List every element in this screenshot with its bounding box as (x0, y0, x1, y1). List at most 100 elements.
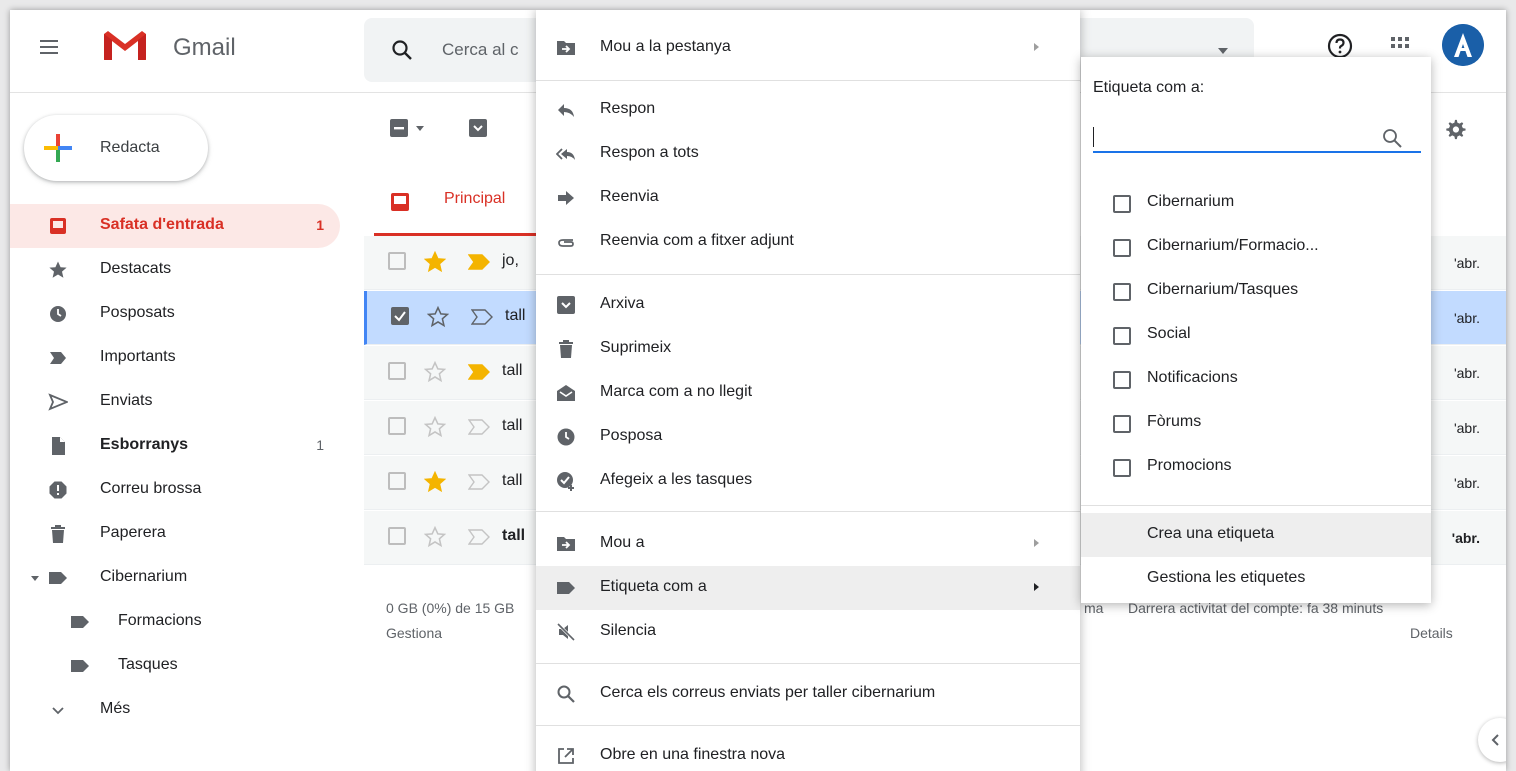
important-marker-icon[interactable] (468, 529, 490, 545)
label-option[interactable]: Cibernarium (1081, 181, 1431, 225)
sidebar-item-starred[interactable]: Destacats (10, 248, 340, 292)
label-option[interactable]: Cibernarium/Formacio... (1081, 225, 1431, 269)
context-menu: Mou a la pestanya Respon Respon a tots R… (536, 10, 1080, 771)
menu-item-archive[interactable]: Arxiva (536, 283, 1080, 327)
star-icon[interactable] (427, 306, 449, 328)
menu-item-delete[interactable]: Suprimeix (536, 327, 1080, 371)
sidebar-item-cibernarium[interactable]: Cibernarium (10, 556, 340, 600)
gear-icon[interactable] (1444, 118, 1466, 140)
row-checkbox[interactable] (388, 417, 406, 435)
sidebar-item-trash[interactable]: Paperera (10, 512, 340, 556)
important-icon (50, 352, 66, 364)
label-checkbox[interactable] (1113, 327, 1131, 345)
label-option[interactable]: Promocions (1081, 445, 1431, 489)
star-icon[interactable] (424, 361, 446, 383)
side-panel-toggle[interactable] (1478, 718, 1506, 762)
label-checkbox[interactable] (1113, 415, 1131, 433)
sidebar-item-spam[interactable]: Correu brossa (10, 468, 340, 512)
label-checkbox[interactable] (1113, 283, 1131, 301)
label-option[interactable]: Notificacions (1081, 357, 1431, 401)
help-icon[interactable] (1326, 32, 1354, 60)
important-marker-icon[interactable] (468, 254, 490, 270)
label-checkbox[interactable] (1113, 459, 1131, 477)
avatar[interactable] (1442, 24, 1484, 66)
search-icon[interactable] (1381, 127, 1403, 149)
search-options-icon[interactable] (1218, 48, 1228, 54)
menu-item-forward-attachment[interactable]: Reenvia com a fitxer adjunt (536, 220, 1080, 264)
collapse-arrow-icon[interactable] (30, 575, 40, 583)
search-input[interactable]: Cerca al c (442, 40, 519, 60)
row-checkbox[interactable] (388, 362, 406, 380)
row-checkbox[interactable] (391, 307, 409, 325)
menu-item-reply[interactable]: Respon (536, 88, 1080, 132)
sidebar-item-more[interactable]: Més (10, 688, 340, 732)
create-label-button[interactable]: Crea una etiqueta (1081, 513, 1431, 557)
sidebar-item-inbox[interactable]: Safata d'entrada 1 (10, 204, 340, 248)
sidebar-item-sent[interactable]: Enviats (10, 380, 340, 424)
menu-item-mute[interactable]: Silencia (536, 610, 1080, 654)
star-icon[interactable] (424, 251, 446, 273)
sidebar-item-important[interactable]: Importants (10, 336, 340, 380)
important-marker-icon[interactable] (468, 419, 490, 435)
menu-item-move-to[interactable]: Mou a (536, 522, 1080, 566)
menu-item-mark-unread[interactable]: Marca com a no llegit (536, 371, 1080, 415)
details-link[interactable]: Details (1410, 625, 1453, 641)
manage-storage-link[interactable]: Gestiona (386, 625, 442, 641)
sidebar-item-label: Posposats (100, 304, 175, 321)
row-checkbox[interactable] (388, 252, 406, 270)
label-checkbox[interactable] (1113, 195, 1131, 213)
label-as-submenu: Etiqueta com a: Cibernarium Cibernarium/F… (1081, 57, 1431, 603)
important-marker-icon[interactable] (471, 309, 493, 325)
mute-icon (556, 622, 576, 642)
submenu-arrow-icon (1034, 43, 1039, 51)
main-menu-icon[interactable] (40, 40, 58, 54)
sidebar-item-label: Tasques (118, 656, 178, 673)
important-marker-icon[interactable] (468, 364, 490, 380)
select-all-checkbox[interactable] (390, 119, 408, 137)
send-icon (48, 393, 68, 411)
apps-icon[interactable] (1388, 34, 1412, 58)
menu-item-label: Afegeix a les tasques (600, 471, 753, 488)
menu-item-move-to-tab[interactable]: Mou a la pestanya (536, 26, 1080, 70)
menu-item-forward[interactable]: Reenvia (536, 176, 1080, 220)
label-checkbox[interactable] (1113, 371, 1131, 389)
row-date: 'abr. (1453, 310, 1480, 326)
label-option[interactable]: Fòrums (1081, 401, 1431, 445)
sidebar-item-tasques[interactable]: Tasques (10, 644, 340, 688)
sidebar-item-drafts[interactable]: Esborranys 1 (10, 424, 340, 468)
gmail-logo-icon[interactable] (102, 28, 148, 62)
search-icon (557, 685, 575, 703)
inbox-icon (391, 193, 409, 211)
label-option-text: Cibernarium/Tasques (1147, 281, 1299, 298)
row-date: 'abr. (1453, 255, 1480, 271)
row-checkbox[interactable] (388, 527, 406, 545)
label-search-input[interactable] (1093, 117, 1421, 153)
menu-item-label: Suprimeix (600, 339, 672, 356)
star-icon[interactable] (424, 416, 446, 438)
label-checkbox[interactable] (1113, 239, 1131, 257)
sidebar-item-formacions[interactable]: Formacions (10, 600, 340, 644)
label-icon (557, 582, 575, 594)
chevron-left-icon (1491, 734, 1499, 746)
menu-item-open-new-window[interactable]: Obre en una finestra nova (536, 734, 1080, 771)
menu-item-label-as[interactable]: Etiqueta com a (536, 566, 1080, 610)
label-option[interactable]: Cibernarium/Tasques (1081, 269, 1431, 313)
archive-icon[interactable] (468, 118, 488, 138)
compose-button[interactable]: Redacta (24, 115, 208, 181)
menu-item-search-sent[interactable]: Cerca els correus enviats per taller cib… (536, 672, 1080, 716)
manage-labels-button[interactable]: Gestiona les etiquetes (1081, 557, 1431, 601)
row-checkbox[interactable] (388, 472, 406, 490)
menu-item-snooze[interactable]: Posposa (536, 415, 1080, 459)
menu-item-label: Obre en una finestra nova (600, 746, 786, 763)
sidebar-item-label: Correu brossa (100, 480, 202, 497)
important-marker-icon[interactable] (468, 474, 490, 490)
label-option[interactable]: Social (1081, 313, 1431, 357)
star-icon[interactable] (424, 526, 446, 548)
draft-count: 1 (316, 437, 324, 453)
star-icon[interactable] (424, 471, 446, 493)
menu-item-add-tasks[interactable]: Afegeix a les tasques (536, 459, 1080, 503)
menu-item-reply-all[interactable]: Respon a tots (536, 132, 1080, 176)
sidebar-item-snoozed[interactable]: Posposats (10, 292, 340, 336)
select-options-icon[interactable] (416, 126, 424, 132)
search-icon[interactable] (390, 38, 414, 62)
